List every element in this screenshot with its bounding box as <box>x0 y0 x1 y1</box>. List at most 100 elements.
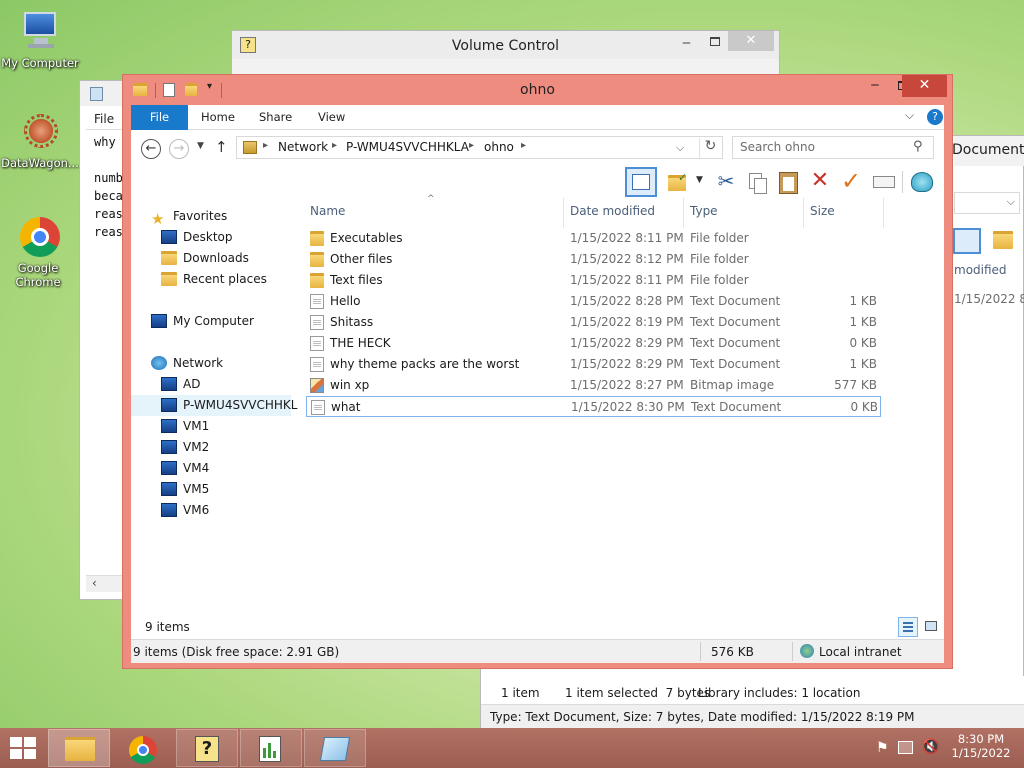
taskbar-notepad[interactable] <box>304 729 366 767</box>
start-button[interactable] <box>10 737 36 759</box>
address-dropdown-icon[interactable]: ⌵ <box>676 141 684 155</box>
search-input[interactable]: Search ohno <box>740 140 815 154</box>
notepad-text[interactable]: why numb beca reas reas <box>94 133 123 241</box>
maximize-button[interactable] <box>710 37 720 46</box>
nav-favorites[interactable]: ★ Favorites <box>151 206 227 228</box>
nav-network-p-wmu4svvchhkl[interactable]: P-WMU4SVVCHHKL <box>131 395 297 416</box>
properties-check-button[interactable]: ✓ <box>838 169 864 195</box>
chevron-down-icon[interactable]: ▼ <box>696 175 703 185</box>
nav-network-vm6[interactable]: VM6 <box>161 500 209 521</box>
explorer-window[interactable]: ▾ ohno ‒ ✕ File Home Share View ⌵ ? ← → … <box>122 74 953 669</box>
folder-properties-icon[interactable] <box>993 231 1013 249</box>
nav-network-vm2[interactable]: VM2 <box>161 437 209 458</box>
up-button[interactable]: ↑ <box>215 138 228 156</box>
notepad-menu-file[interactable]: File <box>94 112 114 126</box>
paste-button[interactable] <box>775 169 801 195</box>
file-row[interactable]: Executables 1/15/2022 8:11 PM File folde… <box>306 228 881 249</box>
file-date: 1/15/2022 8:11 PM <box>570 273 684 287</box>
breadcrumb-separator: ▸ <box>263 140 269 151</box>
large-icons-view-button[interactable] <box>923 619 939 635</box>
command-toolbar: ✓ ▼ ✂ ✕ ✓ <box>131 167 944 198</box>
column-header-date-modified[interactable]: Date modified <box>566 198 684 228</box>
taskbar-chrome[interactable] <box>112 729 174 767</box>
nav-downloads[interactable]: Downloads <box>161 248 249 269</box>
minimize-button[interactable]: ‒ <box>861 75 889 97</box>
nav-network-vm5[interactable]: VM5 <box>161 479 209 500</box>
network-location-icon <box>243 141 257 154</box>
text-line: reas <box>94 207 123 221</box>
breadcrumb-separator: ▸ <box>332 140 338 151</box>
file-row[interactable]: why theme packs are the worst 1/15/2022 … <box>306 354 881 375</box>
taskbar-file-explorer[interactable] <box>48 729 110 767</box>
shell-icon[interactable] <box>909 169 935 195</box>
text-file-icon <box>310 357 324 372</box>
column-header-name[interactable]: Name <box>306 198 564 228</box>
file-list[interactable]: ^ Name Date modified Type Size Executabl… <box>306 194 944 638</box>
file-row[interactable]: win xp 1/15/2022 8:27 PM Bitmap image 57… <box>306 375 881 396</box>
status-zone: Local intranet <box>819 645 902 659</box>
file-row[interactable]: Shitass 1/15/2022 8:19 PM Text Document … <box>306 312 881 333</box>
breadcrumb-computer[interactable]: P-WMU4SVVCHHKLA <box>346 140 469 154</box>
search-icon[interactable]: ⚲ <box>913 139 923 154</box>
desktop-icon-datawagon[interactable]: DataWagon... <box>0 110 80 170</box>
navigation-pane[interactable]: ★ Favorites Desktop Downloads Recent plac… <box>131 198 297 638</box>
back-button[interactable]: ← <box>141 139 161 159</box>
breadcrumb-folder[interactable]: ohno <box>484 140 514 154</box>
file-row[interactable]: THE HECK 1/15/2022 8:29 PM Text Document… <box>306 333 881 354</box>
expand-ribbon-icon[interactable]: ⌵ <box>905 108 914 123</box>
close-button[interactable]: ✕ <box>728 31 774 51</box>
nav-recent-places[interactable]: Recent places <box>161 269 267 290</box>
documents-details-bar: Type: Text Document, Size: 7 bytes, Date… <box>481 704 1024 730</box>
tab-share[interactable]: Share <box>247 105 304 130</box>
file-row[interactable]: Other files 1/15/2022 8:12 PM File folde… <box>306 249 881 270</box>
details-view-button[interactable] <box>898 617 918 637</box>
file-size: 0 KB <box>850 400 878 414</box>
file-row[interactable]: Text files 1/15/2022 8:11 PM File folder <box>306 270 881 291</box>
column-header-fragment[interactable]: modified <box>954 263 1007 277</box>
preview-pane-icon[interactable] <box>953 228 981 254</box>
clock[interactable]: 8:30 PM 1/15/2022 <box>948 732 1014 760</box>
nav-network-vm4[interactable]: VM4 <box>161 458 209 479</box>
tab-view[interactable]: View <box>306 105 357 130</box>
copy-button[interactable] <box>744 169 770 195</box>
minimize-button[interactable]: ‒ <box>682 35 698 51</box>
address-bar[interactable]: ▸ Network ▸ P-WMU4SVVCHHKLA ▸ ohno ▸ ⌵ ↻ <box>236 136 723 159</box>
taskbar-help[interactable]: ? <box>176 729 238 767</box>
folder-options-button[interactable]: ✓ <box>666 169 692 195</box>
desktop-icon-my-computer[interactable]: My Computer <box>0 10 80 70</box>
scroll-left-icon[interactable]: ‹ <box>92 576 97 590</box>
nav-network-ad[interactable]: AD <box>161 374 200 395</box>
status-selected: 1 item selected 7 bytes <box>565 686 711 700</box>
nav-desktop[interactable]: Desktop <box>161 227 233 248</box>
forward-button[interactable]: → <box>169 139 189 159</box>
desktop-icon-google-chrome[interactable]: Google Chrome <box>0 215 78 289</box>
file-type: Text Document <box>691 400 782 414</box>
refresh-button[interactable]: ↻ <box>699 138 721 158</box>
cut-button[interactable]: ✂ <box>713 169 739 195</box>
help-icon[interactable]: ? <box>927 109 943 125</box>
network-tray-icon[interactable] <box>898 741 913 754</box>
intranet-icon <box>800 644 814 658</box>
nav-network[interactable]: Network <box>151 353 223 374</box>
recent-locations-icon[interactable]: ▼ <box>197 141 204 151</box>
tab-file[interactable]: File <box>131 105 188 130</box>
file-row-selected[interactable]: what 1/15/2022 8:30 PM Text Document 0 K… <box>306 396 881 417</box>
taskbar-notepad-chart[interactable] <box>240 729 302 767</box>
rename-button[interactable] <box>871 169 897 195</box>
file-row[interactable]: Hello 1/15/2022 8:28 PM Text Document 1 … <box>306 291 881 312</box>
delete-button[interactable]: ✕ <box>807 169 833 195</box>
column-header-type[interactable]: Type <box>686 198 804 228</box>
desktop-icon-label: Google Chrome <box>15 261 61 289</box>
flag-icon[interactable]: ⚑ <box>876 740 889 756</box>
tab-home[interactable]: Home <box>189 105 247 130</box>
chevron-down-icon[interactable]: ⌵ <box>1007 195 1015 209</box>
volume-muted-icon[interactable]: 🔇 <box>922 739 939 755</box>
preview-pane-button[interactable] <box>625 167 657 197</box>
breadcrumb-network[interactable]: Network <box>278 140 328 154</box>
nav-my-computer[interactable]: My Computer <box>151 311 254 332</box>
column-header-size[interactable]: Size <box>806 198 884 228</box>
nav-network-vm1[interactable]: VM1 <box>161 416 209 437</box>
search-box[interactable]: Search ohno ⚲ <box>732 136 934 159</box>
close-button[interactable]: ✕ <box>902 75 947 97</box>
explorer-titlebar[interactable]: ▾ ohno ‒ ✕ <box>123 75 952 105</box>
